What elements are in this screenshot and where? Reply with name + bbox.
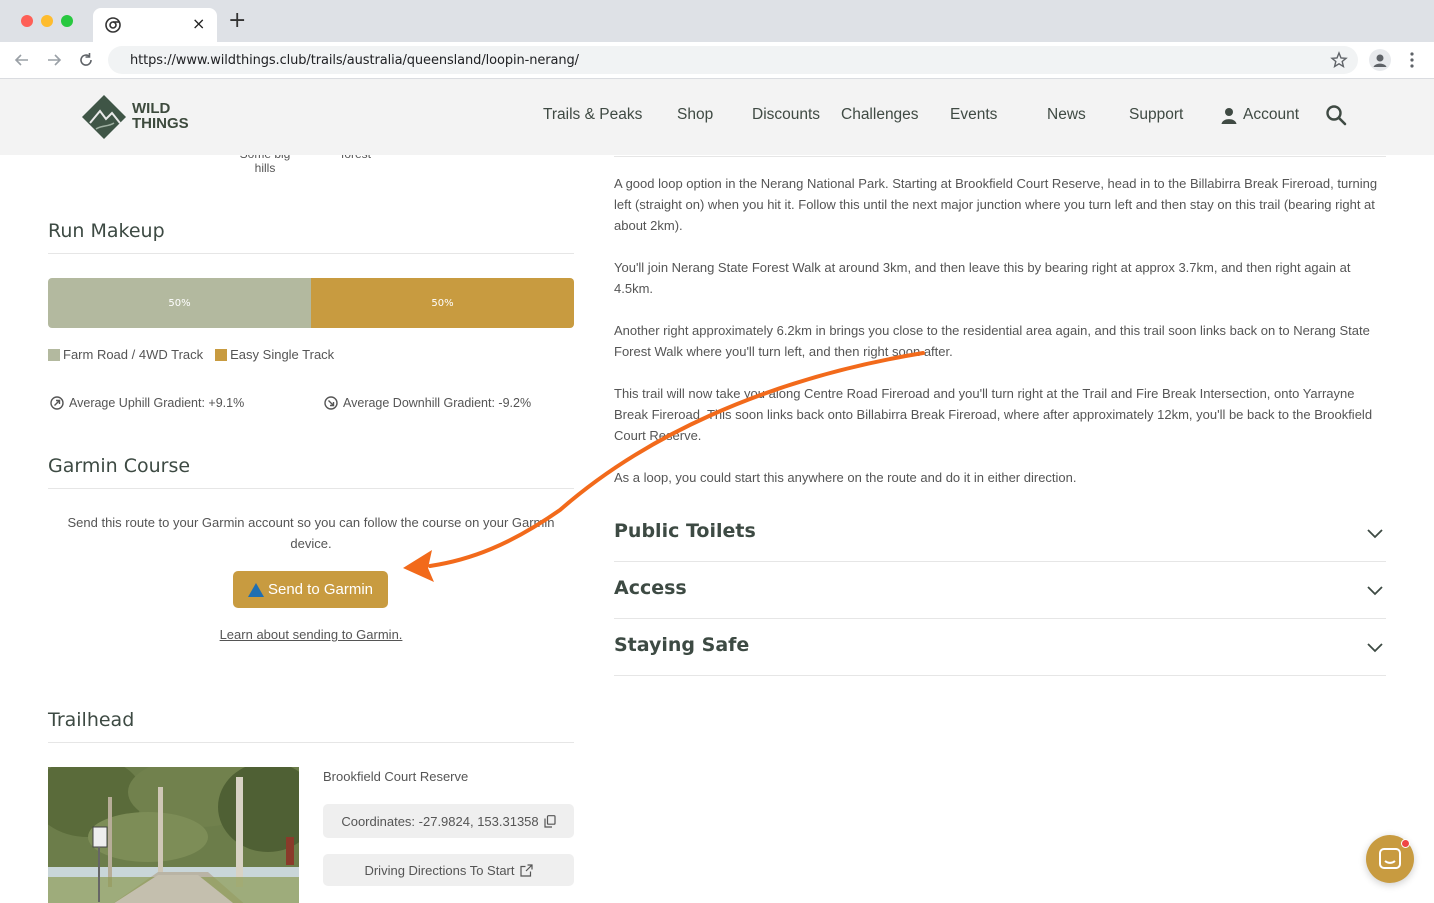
logo-mountain-icon <box>82 95 126 139</box>
divider <box>614 675 1386 676</box>
chevron-down-icon[interactable] <box>1366 641 1384 653</box>
segment-label: 50% <box>431 297 454 309</box>
nav-discounts[interactable]: Discounts <box>752 106 820 124</box>
url-text: https://www.wildthings.club/trails/austr… <box>130 53 579 68</box>
accordion-title[interactable]: Public Toilets <box>614 520 756 542</box>
coordinates-text: Coordinates: -27.9824, 153.31358 <box>341 813 539 829</box>
makeup-legend: Farm Road / 4WD Track Easy Single Track <box>48 347 334 362</box>
legend-label: Farm Road / 4WD Track <box>63 347 204 362</box>
uphill-arrow-icon <box>50 396 64 410</box>
divider <box>48 742 574 743</box>
profile-avatar-icon[interactable] <box>1369 49 1391 71</box>
logo-line-things: THINGS <box>132 115 189 132</box>
trailhead-name: Brookfield Court Reserve <box>323 769 469 784</box>
browser-tab[interactable]: × <box>93 8 217 42</box>
route-paragraph: Another right approximately 6.2km in bri… <box>614 323 1370 359</box>
downhill-gradient: Average Downhill Gradient: -9.2% <box>324 396 531 410</box>
garmin-triangle-icon <box>247 582 264 597</box>
divider <box>48 488 574 489</box>
divider <box>614 156 1386 157</box>
chevron-down-icon[interactable] <box>1366 584 1384 596</box>
nav-account[interactable]: Account <box>1221 106 1299 124</box>
nav-news[interactable]: News <box>1047 106 1086 124</box>
accordion-title[interactable]: Staying Safe <box>614 634 749 656</box>
search-icon[interactable] <box>1325 104 1347 126</box>
chat-launcher-button[interactable] <box>1366 835 1414 883</box>
logo-wordmark: WILD THINGS <box>132 101 189 131</box>
learn-garmin-link[interactable]: Learn about sending to Garmin. <box>48 627 574 642</box>
window-close-dot[interactable] <box>21 15 33 27</box>
route-description: A good loop option in the Nerang Nationa… <box>614 173 1386 509</box>
external-link-icon <box>519 863 533 877</box>
legend-label: Easy Single Track <box>230 347 335 362</box>
send-to-garmin-button[interactable]: Send to Garmin <box>233 571 388 608</box>
trailhead-title: Trailhead <box>48 709 135 731</box>
garmin-description: Send this route to your Garmin account s… <box>67 515 555 551</box>
trailhead-photo <box>48 767 299 903</box>
copy-icon <box>544 814 556 828</box>
route-paragraph: This trail will now take you along Centr… <box>614 386 1373 443</box>
nav-shop[interactable]: Shop <box>677 106 713 124</box>
logo-line-wild: WILD <box>132 100 171 117</box>
run-makeup-title: Run Makeup <box>48 220 165 242</box>
new-tab-icon[interactable]: + <box>228 10 246 32</box>
nav-account-label: Account <box>1243 106 1300 123</box>
back-arrow-icon[interactable] <box>12 50 32 70</box>
bookmark-star-icon[interactable] <box>1330 51 1348 69</box>
uphill-gradient-text: Average Uphill Gradient: +9.1% <box>69 396 245 410</box>
wild-things-logo[interactable]: WILD THINGS <box>82 93 202 141</box>
divider <box>614 618 1386 619</box>
makeup-segment-farm-road: 50% <box>48 278 311 328</box>
downhill-gradient-text: Average Downhill Gradient: -9.2% <box>343 396 532 410</box>
browser-tab-strip: × + <box>0 0 1434 42</box>
nav-trails-peaks[interactable]: Trails & Peaks <box>543 106 642 124</box>
downhill-arrow-icon <box>324 396 338 410</box>
uphill-gradient: Average Uphill Gradient: +9.1% <box>50 396 244 410</box>
legend-swatch <box>215 348 228 361</box>
window-minimize-dot[interactable] <box>41 15 53 27</box>
segment-label: 50% <box>168 297 191 309</box>
run-makeup-bar: 50% 50% <box>48 278 574 328</box>
makeup-segment-single-track: 50% <box>311 278 574 328</box>
browser-toolbar: https://www.wildthings.club/trails/austr… <box>0 42 1434 79</box>
tab-close-icon[interactable]: × <box>192 14 205 33</box>
chrome-favicon-icon <box>105 17 121 33</box>
legend-item-farm-road: Farm Road / 4WD Track <box>48 347 203 362</box>
notification-dot <box>1401 839 1410 848</box>
driving-directions-button[interactable]: Driving Directions To Start <box>323 854 574 886</box>
route-paragraph: As a loop, you could start this anywhere… <box>614 470 1077 485</box>
driving-directions-text: Driving Directions To Start <box>364 862 515 878</box>
user-icon <box>1221 107 1237 124</box>
browser-menu-icon[interactable] <box>1405 51 1419 69</box>
send-to-garmin-label: Send to Garmin <box>267 581 374 598</box>
legend-item-single-track: Easy Single Track <box>215 347 334 362</box>
nav-challenges[interactable]: Challenges <box>841 106 919 124</box>
reload-icon[interactable] <box>76 50 96 70</box>
route-paragraph: You'll join Nerang State Forest Walk at … <box>614 260 1351 296</box>
nav-support[interactable]: Support <box>1129 106 1183 124</box>
forward-arrow-icon[interactable] <box>44 50 64 70</box>
accordion-title[interactable]: Access <box>614 577 687 599</box>
divider <box>48 253 574 254</box>
address-bar[interactable]: https://www.wildthings.club/trails/austr… <box>108 46 1358 74</box>
chevron-down-icon[interactable] <box>1366 527 1384 539</box>
route-paragraph: A good loop option in the Nerang Nationa… <box>614 176 1378 233</box>
partial-stat-line-2: hills <box>254 161 276 175</box>
divider <box>614 561 1386 562</box>
legend-swatch <box>48 348 60 361</box>
nav-events[interactable]: Events <box>950 106 997 124</box>
site-header: WILD THINGS Trails & Peaks Shop Discount… <box>0 79 1434 155</box>
window-zoom-dot[interactable] <box>61 15 73 27</box>
coordinates-copy-button[interactable]: Coordinates: -27.9824, 153.31358 <box>323 804 574 838</box>
garmin-course-title: Garmin Course <box>48 455 191 477</box>
